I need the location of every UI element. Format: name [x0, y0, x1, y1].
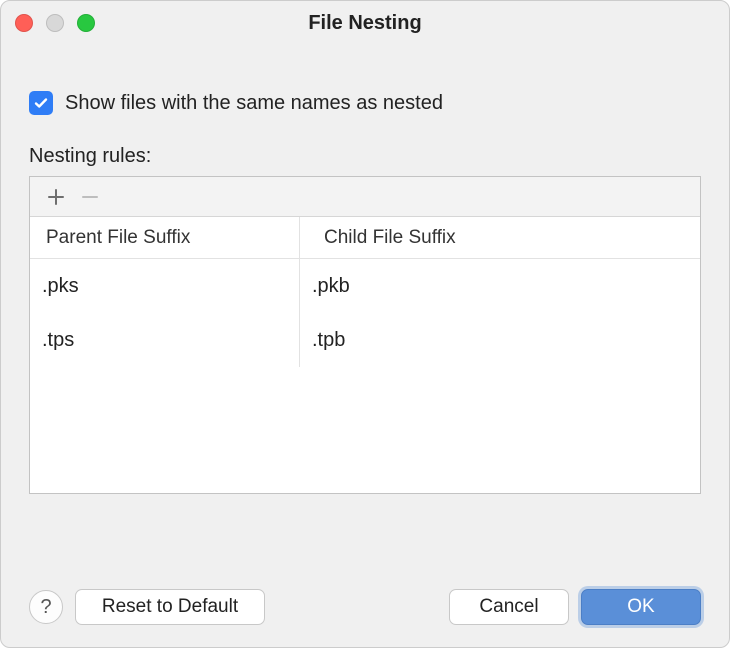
checkmark-icon	[33, 95, 49, 111]
minus-icon	[81, 188, 99, 206]
show-nested-checkbox[interactable]	[29, 91, 53, 115]
parent-suffix-header[interactable]: Parent File Suffix	[30, 217, 300, 258]
table-row[interactable]: .tps .tpb	[30, 313, 700, 367]
child-suffix-cell[interactable]: .pkb	[300, 259, 700, 313]
ok-button[interactable]: OK	[581, 589, 701, 625]
child-suffix-header[interactable]: Child File Suffix	[300, 217, 700, 258]
reset-to-default-button[interactable]: Reset to Default	[75, 589, 265, 625]
child-suffix-cell[interactable]: .tpb	[300, 313, 700, 367]
plus-icon	[47, 188, 65, 206]
parent-suffix-cell[interactable]: .pks	[30, 259, 300, 313]
remove-rule-button[interactable]	[76, 183, 104, 211]
table-toolbar	[30, 177, 700, 217]
table-header: Parent File Suffix Child File Suffix	[30, 217, 700, 259]
titlebar: File Nesting	[1, 1, 729, 45]
dialog-content: Show files with the same names as nested…	[1, 45, 729, 569]
help-button[interactable]: ?	[29, 590, 63, 624]
show-nested-checkbox-row[interactable]: Show files with the same names as nested	[29, 67, 701, 145]
parent-suffix-cell[interactable]: .tps	[30, 313, 300, 367]
window-title: File Nesting	[1, 12, 729, 35]
show-nested-label: Show files with the same names as nested	[65, 92, 443, 115]
nesting-rules-label: Nesting rules:	[29, 145, 701, 168]
dialog-footer: ? Reset to Default Cancel OK	[1, 569, 729, 647]
table-row[interactable]: .pks .pkb	[30, 259, 700, 313]
add-rule-button[interactable]	[42, 183, 70, 211]
dialog-window: File Nesting Show files with the same na…	[0, 0, 730, 648]
table-body: .pks .pkb .tps .tpb	[30, 259, 700, 493]
nesting-rules-table: Parent File Suffix Child File Suffix .pk…	[29, 176, 701, 494]
cancel-button[interactable]: Cancel	[449, 589, 569, 625]
